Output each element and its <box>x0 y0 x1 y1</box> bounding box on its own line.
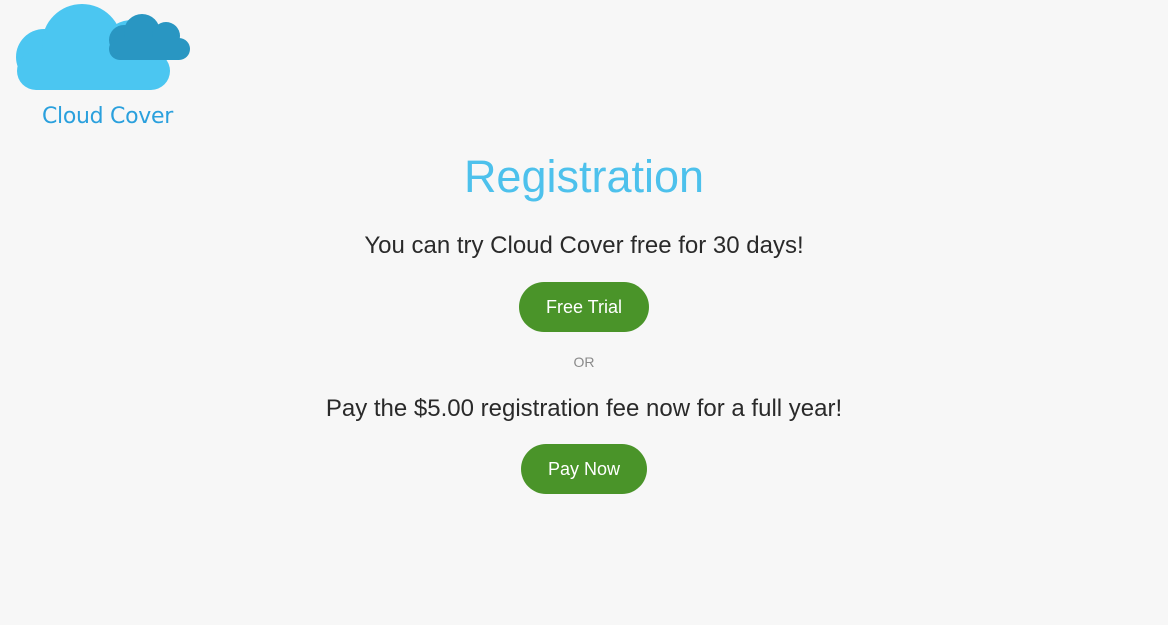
pay-description: Pay the $5.00 registration fee now for a… <box>325 395 843 422</box>
trial-description: You can try Cloud Cover free for 30 days… <box>364 232 804 259</box>
pay-now-button[interactable]: Pay Now <box>521 444 647 494</box>
page-title: Registration <box>463 151 705 202</box>
or-separator: OR <box>573 354 595 370</box>
cloud-cover-logo[interactable]: Cloud Cover <box>14 2 194 132</box>
logo-text: Cloud Cover <box>42 104 173 129</box>
registration-page: Cloud Cover Registration You can try Clo… <box>0 0 1168 625</box>
cloud-icon <box>16 4 190 90</box>
free-trial-button[interactable]: Free Trial <box>519 282 649 332</box>
